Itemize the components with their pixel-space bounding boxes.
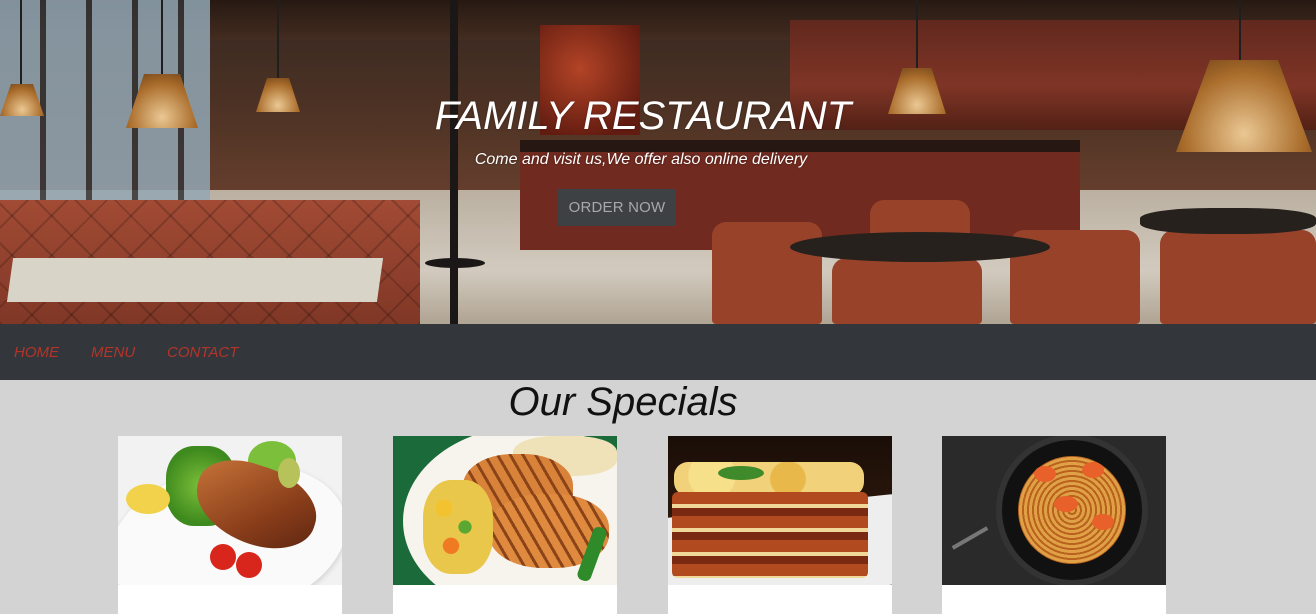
nav-link-menu[interactable]: MENU bbox=[91, 344, 135, 361]
main-navigation: HOME MENU CONTACT bbox=[0, 324, 1316, 380]
grilled-chicken-vegetables-image bbox=[393, 436, 617, 585]
specials-heading: Our Specials bbox=[508, 380, 738, 424]
hero-subtitle: Come and visit us,We offer also online d… bbox=[474, 151, 808, 168]
hero-title: FAMILY RESTAURANT bbox=[434, 94, 852, 138]
special-card-1[interactable] bbox=[118, 436, 342, 614]
special-card-4[interactable] bbox=[942, 436, 1166, 614]
order-now-button[interactable]: ORDER NOW bbox=[558, 189, 676, 226]
special-card-3[interactable] bbox=[668, 436, 892, 614]
hero-banner: FAMILY RESTAURANT Come and visit us,We o… bbox=[0, 0, 1316, 324]
lasagna-image bbox=[668, 436, 892, 585]
grilled-salmon-salad-image bbox=[118, 436, 342, 585]
special-card-2[interactable] bbox=[393, 436, 617, 614]
shrimp-spaghetti-image bbox=[942, 436, 1166, 585]
nav-link-home[interactable]: HOME bbox=[14, 344, 59, 361]
nav-link-contact[interactable]: CONTACT bbox=[167, 344, 238, 361]
